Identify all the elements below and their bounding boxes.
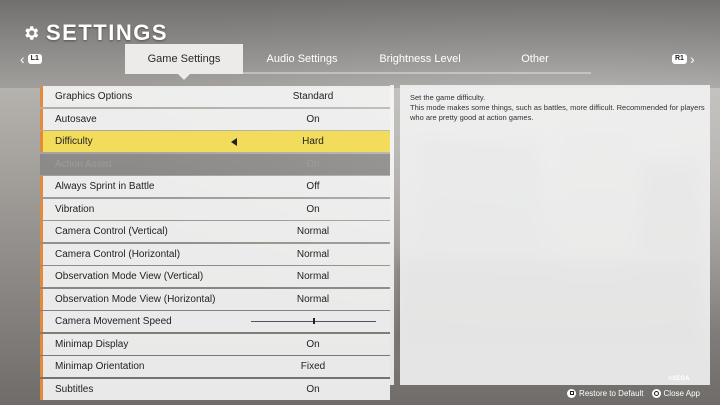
setting-value: Standard: [292, 91, 334, 102]
tab-game-settings[interactable]: Game Settings: [125, 44, 243, 80]
setting-label: Always Sprint in Battle: [55, 181, 155, 192]
setting-label: Subtitles: [55, 383, 94, 395]
setting-row-graphics-options[interactable]: Graphics Options Standard: [40, 86, 390, 107]
tab-label: Game Settings: [147, 53, 221, 65]
setting-value: Normal: [296, 226, 330, 237]
setting-value: On: [306, 338, 320, 350]
setting-label: Vibration: [55, 203, 95, 215]
setting-label: Action Assist: [55, 158, 112, 170]
chevron-right-icon: ›: [689, 51, 695, 67]
copyright: ©SEGA: [668, 376, 690, 382]
setting-value: On: [306, 113, 320, 125]
next-tab-button[interactable]: R1 ›: [672, 51, 695, 67]
tab-label: Brightness Level: [379, 53, 461, 65]
scroll-thumb[interactable]: [390, 85, 394, 385]
close-label: Close App: [663, 388, 700, 398]
prev-tab-button[interactable]: ‹ L1: [20, 51, 42, 67]
button-prompts: Restore to Default Close App: [567, 387, 700, 399]
setting-row-camera-speed[interactable]: Camera Movement Speed: [40, 311, 390, 332]
tab-underline: [361, 72, 479, 74]
setting-row-vibration[interactable]: Vibration On: [40, 198, 390, 220]
tab-audio-settings[interactable]: Audio Settings: [243, 44, 361, 74]
gear-icon: [25, 26, 39, 40]
setting-label: Observation Mode View (Horizontal): [55, 293, 216, 305]
setting-row-subtitles[interactable]: Subtitles On: [40, 378, 390, 400]
r1-button-icon: R1: [672, 54, 687, 64]
setting-row-always-sprint[interactable]: Always Sprint in Battle Off: [40, 176, 390, 197]
tab-other[interactable]: Other: [479, 44, 591, 74]
slider-thumb[interactable]: [312, 318, 315, 324]
setting-value: On: [306, 383, 320, 395]
l1-button-icon: L1: [27, 54, 42, 64]
setting-label: Autosave: [55, 113, 97, 125]
tab-label: Audio Settings: [266, 53, 338, 65]
setting-value: Off: [306, 181, 320, 192]
setting-value: Fixed: [300, 361, 326, 372]
setting-row-minimap-display[interactable]: Minimap Display On: [40, 333, 390, 355]
setting-value: On: [306, 203, 320, 215]
active-tab-caret: [178, 74, 190, 80]
setting-row-difficulty[interactable]: Difficulty Hard: [40, 131, 390, 152]
setting-label: Minimap Display: [55, 338, 129, 350]
tab-underline: [243, 72, 361, 74]
setting-label: Minimap Orientation: [55, 361, 145, 372]
title-text: SETTINGS: [46, 20, 169, 45]
tab-label: Other: [521, 53, 549, 65]
chevron-left-icon: ‹: [20, 51, 25, 67]
setting-value: Normal: [296, 293, 330, 305]
left-arrow-icon[interactable]: [231, 137, 237, 146]
setting-value: Normal: [296, 248, 330, 260]
description-text: Set the game difficulty. This mode makes…: [410, 93, 706, 123]
setting-row-autosave[interactable]: Autosave On: [40, 108, 390, 130]
circle-button-icon: [651, 388, 661, 398]
setting-row-observation-horizontal[interactable]: Observation Mode View (Horizontal) Norma…: [40, 288, 390, 310]
setting-row-observation-vertical[interactable]: Observation Mode View (Vertical) Normal: [40, 266, 390, 287]
setting-label: Camera Movement Speed: [55, 316, 172, 327]
setting-row-camera-horizontal[interactable]: Camera Control (Horizontal) Normal: [40, 243, 390, 265]
close-app-prompt[interactable]: Close App: [651, 388, 700, 398]
description-line: This mode makes some things, such as bat…: [410, 103, 705, 122]
restore-label: Restore to Default: [579, 388, 644, 398]
setting-row-camera-vertical[interactable]: Camera Control (Vertical) Normal: [40, 221, 390, 242]
setting-value: Normal: [296, 271, 330, 282]
setting-label: Camera Control (Vertical): [55, 226, 168, 237]
square-button-icon: [567, 388, 577, 398]
setting-label: Camera Control (Horizontal): [55, 248, 181, 260]
tab-underline: [479, 72, 591, 74]
setting-label: Difficulty: [55, 136, 93, 147]
tab-brightness-level[interactable]: Brightness Level: [361, 44, 479, 74]
settings-list: Graphics Options Standard Autosave On Di…: [40, 85, 390, 405]
settings-scrollbar[interactable]: [390, 85, 394, 385]
tab-bar: ‹ L1 Game Settings Audio Settings Bright…: [0, 44, 720, 80]
setting-value: Hard: [302, 136, 324, 147]
setting-row-minimap-orientation[interactable]: Minimap Orientation Fixed: [40, 356, 390, 377]
description-panel: Set the game difficulty. This mode makes…: [400, 85, 710, 385]
setting-label: Observation Mode View (Vertical): [55, 271, 204, 282]
setting-row-action-assist: Action Assist On: [40, 153, 390, 175]
description-line: Set the game difficulty.: [410, 93, 486, 102]
setting-value: On: [306, 158, 320, 170]
setting-label: Graphics Options: [55, 91, 133, 102]
restore-default-prompt[interactable]: Restore to Default: [567, 388, 644, 398]
